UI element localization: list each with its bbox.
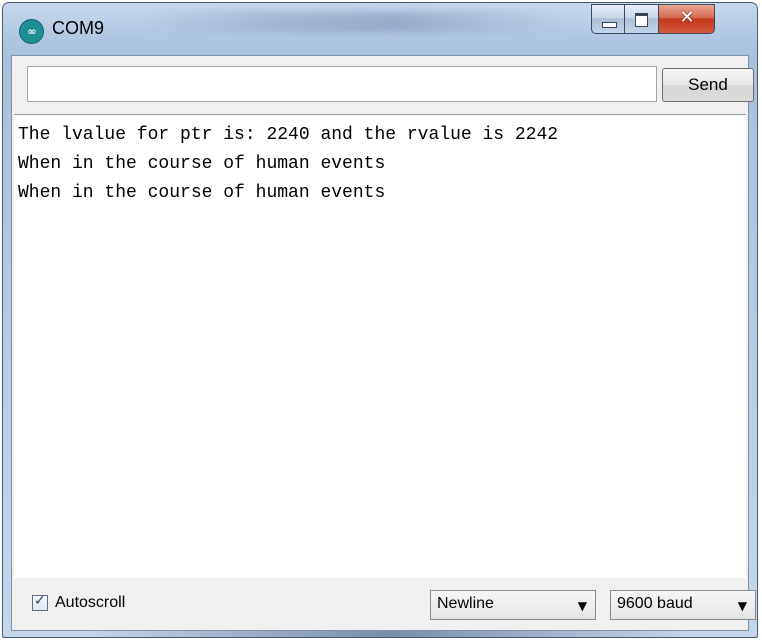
autoscroll-checkbox[interactable]: ✓	[32, 593, 48, 611]
chevron-down-icon: ▼	[577, 599, 587, 613]
status-bar: ✓ Autoscroll Newline ▼ 9600 baud ▼	[12, 580, 756, 630]
serial-output-area[interactable]: The lvalue for ptr is: 2240 and the rval…	[14, 114, 746, 578]
output-line: The lvalue for ptr is: 2240 and the rval…	[18, 125, 559, 145]
title-bar-blur	[143, 11, 563, 33]
chevron-down-icon: ▼	[737, 599, 747, 613]
maximize-icon	[635, 13, 648, 27]
send-bar: Send	[12, 56, 754, 114]
serial-input-field[interactable]	[27, 66, 657, 102]
minimize-icon	[602, 22, 617, 28]
close-button[interactable]: ✕	[659, 4, 715, 34]
line-ending-dropdown[interactable]: Newline ▼	[430, 590, 596, 620]
send-button[interactable]: Send	[662, 68, 754, 102]
baud-rate-dropdown[interactable]: 9600 baud ▼	[610, 590, 756, 620]
output-line: When in the course of human events	[18, 154, 386, 174]
autoscroll-label[interactable]: Autoscroll	[55, 594, 125, 612]
arduino-icon: ∞	[19, 19, 44, 44]
minimize-button[interactable]	[591, 4, 625, 34]
baud-rate-value: 9600 baud	[617, 595, 693, 612]
close-icon: ✕	[679, 7, 695, 28]
window-title: COM9	[52, 18, 105, 38]
line-ending-value: Newline	[437, 595, 494, 612]
title-bar[interactable]: ∞ COM9 ✕	[3, 3, 757, 55]
checkmark-icon: ✓	[34, 593, 46, 609]
maximize-button[interactable]	[625, 4, 659, 34]
window-bottom-shadow	[90, 631, 690, 637]
output-line: When in the course of human events	[18, 183, 386, 203]
serial-monitor-window: ∞ COM9 ✕ Send The lvalue for ptr is: 224…	[2, 2, 758, 638]
serial-monitor-body: Send The lvalue for ptr is: 2240 and the…	[11, 55, 756, 631]
